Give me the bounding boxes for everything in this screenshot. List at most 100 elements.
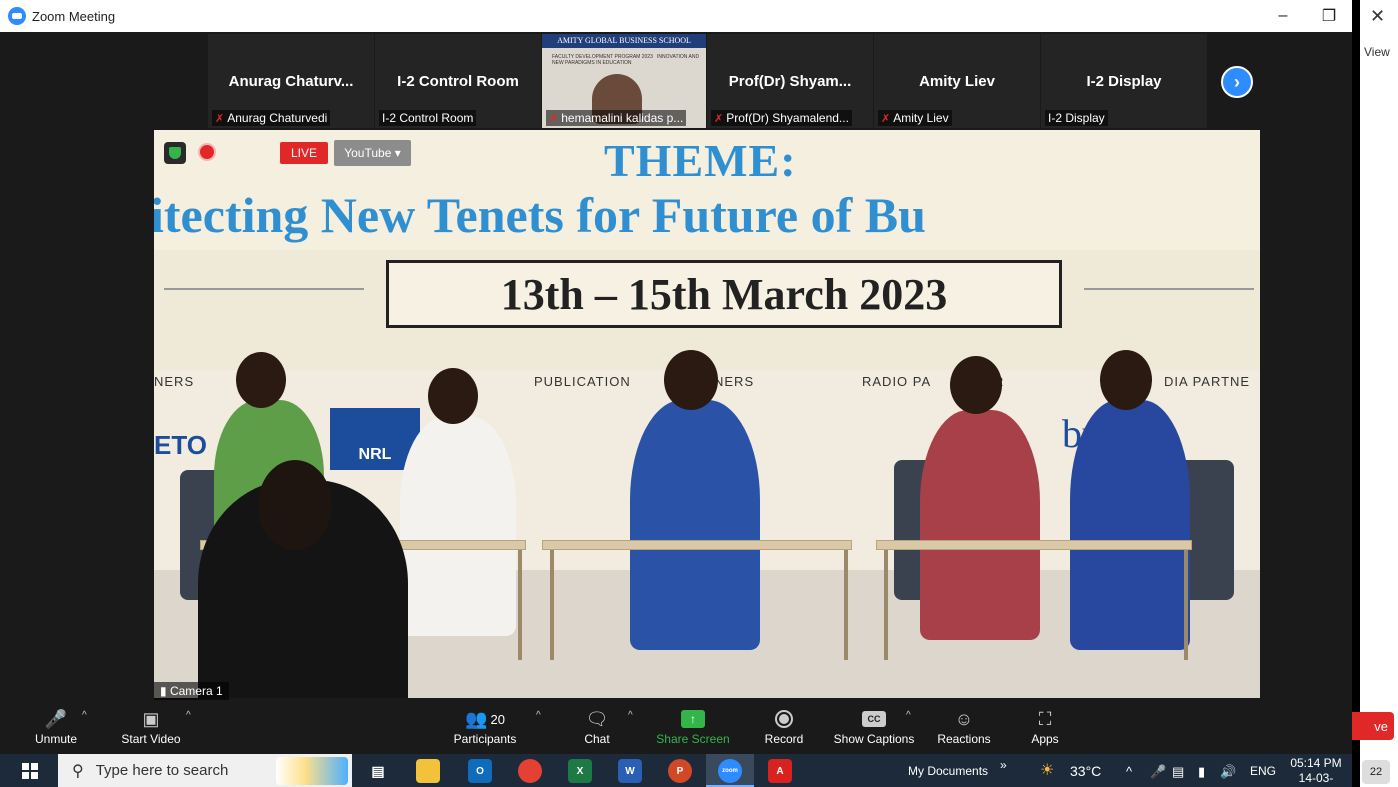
task-view-icon[interactable]: ▤ xyxy=(366,759,390,783)
chrome-icon[interactable] xyxy=(518,759,542,783)
participant-tile[interactable]: I-2 Control Room I-2 Control Room xyxy=(375,34,541,128)
show-captions-button[interactable]: CC Show Captions ^ xyxy=(832,706,916,752)
participant-tile[interactable]: Anurag Chaturv... ✗ Anurag Chaturvedi xyxy=(208,34,374,128)
panelist-head xyxy=(428,368,478,424)
chevron-up-icon[interactable]: ^ xyxy=(906,710,911,721)
my-documents-toolbar[interactable]: My Documents xyxy=(908,764,988,778)
view-button[interactable]: View xyxy=(1364,45,1390,59)
participant-tile[interactable]: I-2 Display I-2 Display xyxy=(1041,34,1207,128)
table-leg xyxy=(884,550,888,660)
shared-video[interactable]: THEME: itecting New Tenets for Future of… xyxy=(154,130,1260,698)
panelist xyxy=(920,410,1040,640)
live-badge[interactable]: LIVE xyxy=(280,142,328,164)
participant-name: Anurag Chaturv... xyxy=(228,73,354,90)
weather-temperature[interactable]: 33°C xyxy=(1070,763,1101,779)
panelist-head xyxy=(236,352,286,408)
minimize-button[interactable]: – xyxy=(1260,0,1306,32)
panelist-head xyxy=(950,356,1002,414)
sponsor-label: DIA PARTNE xyxy=(1164,374,1251,389)
close-icon[interactable]: ✕ xyxy=(1370,6,1385,27)
panelist xyxy=(1070,400,1190,650)
muted-mic-icon: ✗ xyxy=(549,113,559,125)
windows-taskbar: ⚲ Type here to search ▤ O X W P zoom A M… xyxy=(0,754,1352,787)
participant-label: ✗ hemamalini kalidas p... xyxy=(546,110,687,126)
zoom-taskbar-slot[interactable]: zoom xyxy=(706,754,754,787)
chat-button[interactable]: 🗨 Chat ^ xyxy=(580,706,632,752)
participants-button[interactable]: 👥 20 Participants ^ xyxy=(452,706,541,752)
youtube-stream-menu[interactable]: YouTube ▾ xyxy=(334,140,411,166)
taskbar-clock[interactable]: 05:14 PM 14-03-2023 xyxy=(1286,756,1346,787)
record-button[interactable]: Record xyxy=(762,706,806,752)
event-dates-box: 13th – 15th March 2023 xyxy=(386,260,1062,328)
windows-start-icon[interactable] xyxy=(22,763,38,779)
search-highlight-icon xyxy=(276,757,348,785)
excel-icon[interactable]: X xyxy=(568,759,592,783)
event-dates: 13th – 15th March 2023 xyxy=(500,270,948,319)
toolbar-overflow-icon[interactable]: » xyxy=(1000,758,1007,772)
chevron-up-icon[interactable]: ^ xyxy=(82,710,87,721)
unmute-button[interactable]: 🎤 Unmute ^ xyxy=(30,706,87,752)
chevron-up-icon[interactable]: ^ xyxy=(186,710,191,721)
language-indicator[interactable]: ENG xyxy=(1250,764,1276,778)
tray-expand-icon[interactable]: ^ xyxy=(1126,764,1132,779)
apps-icon: ⛶ xyxy=(1038,708,1052,729)
participants-count: 20 xyxy=(490,711,505,727)
participant-label: ✗ Anurag Chaturvedi xyxy=(212,110,331,126)
chevron-up-icon[interactable]: ^ xyxy=(536,710,541,721)
word-icon[interactable]: W xyxy=(618,759,642,783)
table-leg xyxy=(518,550,522,660)
zoom-app-icon: zoom xyxy=(718,759,742,783)
screen: Zoom Meeting – ❐ ✕ View ve Anurag Chatur… xyxy=(0,0,1398,787)
record-icon xyxy=(775,710,793,728)
file-explorer-icon[interactable] xyxy=(416,759,440,783)
network-icon[interactable]: ▤ xyxy=(1172,764,1184,780)
mic-muted-icon: 🎤 xyxy=(44,708,68,729)
restore-button[interactable]: ❐ xyxy=(1306,0,1352,32)
battery-icon[interactable]: ▮ xyxy=(1198,764,1205,780)
notification-center-icon[interactable]: 22 xyxy=(1362,760,1390,784)
powerpoint-icon[interactable]: P xyxy=(668,759,692,783)
search-placeholder: Type here to search xyxy=(95,762,229,779)
clock-time: 05:14 PM xyxy=(1290,756,1342,770)
sponsor-label: NERS xyxy=(714,374,755,389)
participant-video-tile[interactable]: AMITY GLOBAL BUSINESS SCHOOL FACULTY DEV… xyxy=(542,34,706,128)
share-screen-icon: ↑ xyxy=(681,710,705,728)
acrobat-icon[interactable]: A xyxy=(768,759,792,783)
recording-icon xyxy=(198,143,216,161)
stage-table xyxy=(542,540,852,550)
participant-label: ✗ Prof(Dr) Shyamalend... xyxy=(711,110,852,126)
divider xyxy=(164,288,364,290)
volume-icon[interactable]: 🔊 xyxy=(1220,764,1236,780)
outlook-icon[interactable]: O xyxy=(468,759,492,783)
chevron-up-icon[interactable]: ^ xyxy=(628,710,633,721)
apps-button[interactable]: ⛶ Apps xyxy=(1028,706,1062,752)
clock-date: 14-03-2023 xyxy=(1298,771,1334,787)
participants-icon: 👥 xyxy=(465,708,488,729)
taskbar-search-box[interactable]: ⚲ Type here to search xyxy=(58,754,352,787)
next-page-button[interactable]: › xyxy=(1221,66,1253,98)
muted-mic-icon: ✗ xyxy=(714,113,724,125)
camera-label: ▮ Camera 1 xyxy=(154,682,229,700)
captions-icon: CC xyxy=(862,711,886,727)
sponsor-label: RADIO PA xyxy=(862,374,932,389)
banner-theme: THEME: xyxy=(604,135,797,186)
share-screen-button[interactable]: ↑ Share Screen xyxy=(656,706,730,752)
video-banner-header: AMITY GLOBAL BUSINESS SCHOOL xyxy=(542,34,706,48)
video-banner-sub: FACULTY DEVELOPMENT PROGRAM 2023 INNOVAT… xyxy=(552,54,700,66)
search-icon: ⚲ xyxy=(72,762,84,780)
participant-tile[interactable]: Prof(Dr) Shyam... ✗ Prof(Dr) Shyamalend..… xyxy=(707,34,873,128)
background-window: ✕ View ve xyxy=(1332,0,1398,787)
reactions-button[interactable]: ☺ Reactions xyxy=(936,706,992,752)
participant-name: Amity Liev xyxy=(919,73,995,90)
audience-head xyxy=(258,460,332,550)
stage-table xyxy=(876,540,1192,550)
participant-gallery: Anurag Chaturv... ✗ Anurag Chaturvedi I-2… xyxy=(0,32,1352,128)
participant-tile[interactable]: Amity Liev ✗ Amity Liev xyxy=(874,34,1040,128)
weather-icon[interactable]: ☀ xyxy=(1040,760,1054,780)
mic-tray-icon[interactable]: 🎤 xyxy=(1150,764,1166,780)
window-controls: – ❐ xyxy=(1260,0,1352,32)
muted-mic-icon: ✗ xyxy=(215,113,225,125)
start-video-button[interactable]: ▣ Start Video ^ xyxy=(118,706,190,752)
security-shield-icon[interactable] xyxy=(164,142,186,164)
panelist-head xyxy=(664,350,718,410)
